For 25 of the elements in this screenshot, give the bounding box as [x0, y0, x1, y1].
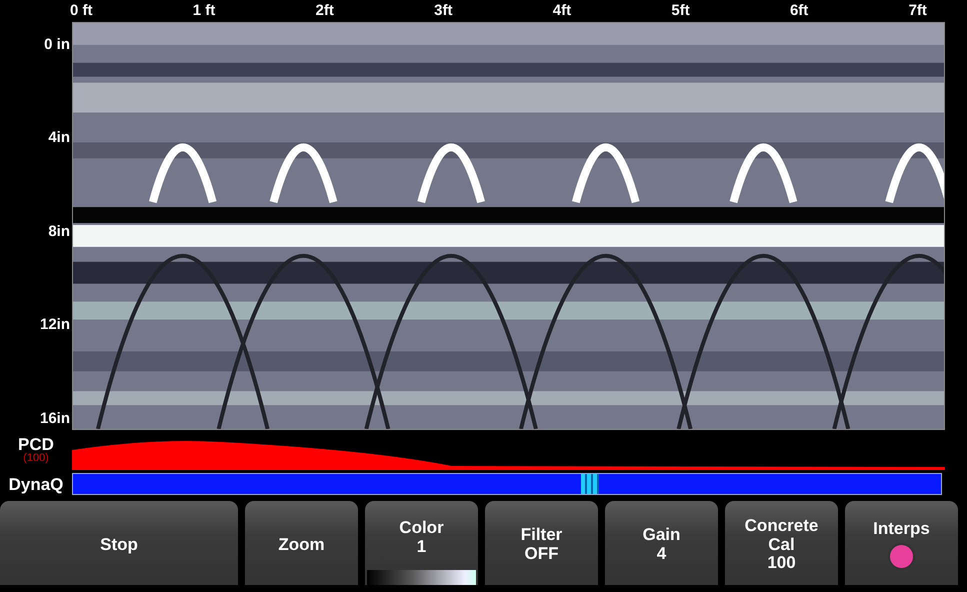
toolbar-button[interactable]: Interps [845, 501, 958, 585]
x-axis-label: 0 ft [70, 0, 92, 21]
x-axis-label: 6ft [790, 0, 808, 21]
pcd-value: (100) [22, 453, 50, 464]
x-axis-label: 5ft [671, 0, 690, 21]
x-axis-label: 7ft [908, 0, 927, 21]
position-marker [581, 474, 599, 494]
toolbar-button[interactable]: Color 1 [365, 501, 478, 585]
toolbar-button[interactable]: Concrete Cal 100 [725, 501, 838, 585]
toolbar-button[interactable]: Zoom [245, 501, 358, 585]
toolbar-button[interactable]: Gain 4 [605, 501, 718, 585]
y-axis-label: 4in [48, 128, 70, 148]
x-axis-label: 2ft [316, 0, 334, 21]
pcd-label: PCD [17, 436, 55, 453]
toolbar-button[interactable]: Filter OFF [485, 501, 598, 585]
y-axis-label: 16in [40, 408, 70, 428]
indicator-dot [888, 542, 915, 570]
x-axis-label: 3ft [434, 0, 452, 21]
dynaq-label: DynaQ [8, 476, 64, 492]
y-axis-label: 0 in [44, 35, 70, 55]
x-axis-label: 4ft [552, 0, 572, 21]
y-axis-label: 8in [48, 222, 70, 242]
y-axis-label: 12in [40, 315, 70, 336]
x-axis-label: 1 ft [192, 0, 216, 21]
toolbar-button[interactable]: Stop [0, 501, 238, 585]
